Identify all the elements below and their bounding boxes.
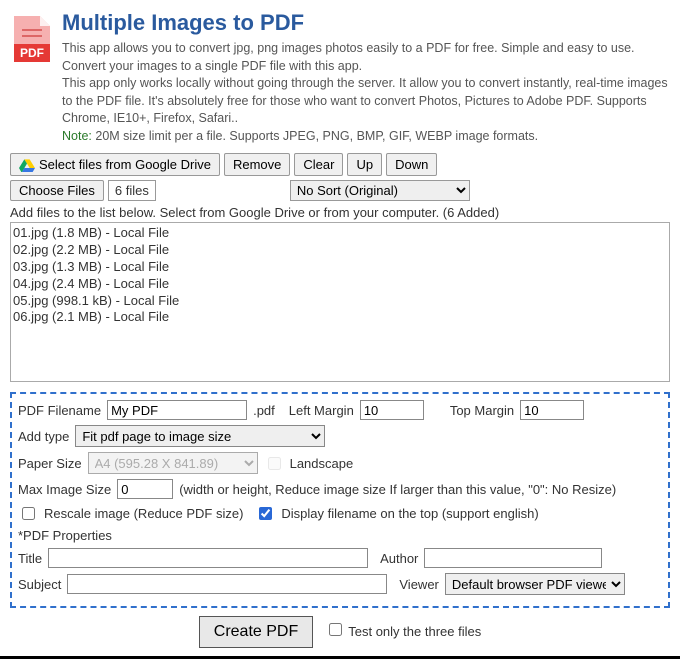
- filename-input[interactable]: [107, 400, 247, 420]
- test-checkbox[interactable]: [329, 623, 342, 636]
- settings-panel: PDF Filename .pdf Left Margin Top Margin…: [10, 392, 670, 608]
- gdrive-button[interactable]: Select files from Google Drive: [10, 153, 220, 176]
- page-title: Multiple Images to PDF: [62, 10, 670, 36]
- title-label: Title: [18, 551, 42, 566]
- addtype-select[interactable]: Fit pdf page to image size: [75, 425, 325, 447]
- test-text: Test only the three files: [348, 624, 481, 639]
- pdf-icon: PDF: [10, 14, 52, 64]
- subject-label: Subject: [18, 577, 61, 592]
- choose-files-button[interactable]: Choose Files: [10, 180, 104, 201]
- subject-input[interactable]: [67, 574, 387, 594]
- maximg-label: Max Image Size: [18, 482, 111, 497]
- displayfn-label: Display filename on the top (support eng…: [281, 506, 538, 521]
- file-count: 6 files: [108, 180, 156, 201]
- viewer-select[interactable]: Default browser PDF viewer: [445, 573, 625, 595]
- landscape-checkbox[interactable]: [268, 457, 281, 470]
- left-margin-label: Left Margin: [289, 403, 354, 418]
- left-margin-input[interactable]: [360, 400, 424, 420]
- pdfprops-label: *PDF Properties: [18, 528, 112, 543]
- rescale-checkbox[interactable]: [22, 507, 35, 520]
- top-margin-label: Top Margin: [450, 403, 514, 418]
- addtype-label: Add type: [18, 429, 69, 444]
- down-button[interactable]: Down: [386, 153, 437, 176]
- author-label: Author: [380, 551, 418, 566]
- list-item[interactable]: 02.jpg (2.2 MB) - Local File: [13, 242, 667, 259]
- title-input[interactable]: [48, 548, 368, 568]
- svg-text:PDF: PDF: [20, 46, 44, 60]
- header-text: Multiple Images to PDF This app allows y…: [62, 10, 670, 145]
- top-margin-input[interactable]: [520, 400, 584, 420]
- file-row: Choose Files 6 files No Sort (Original): [10, 180, 670, 201]
- displayfn-checkbox[interactable]: [259, 507, 272, 520]
- clear-button[interactable]: Clear: [294, 153, 343, 176]
- sort-select[interactable]: No Sort (Original): [290, 180, 470, 201]
- papersize-label: Paper Size: [18, 456, 82, 471]
- maximg-hint: (width or height, Reduce image size If l…: [179, 482, 616, 497]
- list-item[interactable]: 04.jpg (2.4 MB) - Local File: [13, 276, 667, 293]
- test-label: Test only the three files: [325, 624, 481, 639]
- filename-label: PDF Filename: [18, 403, 101, 418]
- note-label: Note:: [62, 129, 92, 143]
- up-button[interactable]: Up: [347, 153, 382, 176]
- ext-label: .pdf: [253, 403, 275, 418]
- remove-button[interactable]: Remove: [224, 153, 290, 176]
- add-hint: Add files to the list below. Select from…: [10, 205, 670, 220]
- file-list[interactable]: 01.jpg (1.8 MB) - Local File 02.jpg (2.2…: [10, 222, 670, 382]
- list-item[interactable]: 05.jpg (998.1 kB) - Local File: [13, 293, 667, 310]
- rescale-label: Rescale image (Reduce PDF size): [44, 506, 243, 521]
- desc-1: This app allows you to convert jpg, png …: [62, 41, 635, 73]
- list-item[interactable]: 06.jpg (2.1 MB) - Local File: [13, 309, 667, 326]
- author-input[interactable]: [424, 548, 602, 568]
- list-item[interactable]: 01.jpg (1.8 MB) - Local File: [13, 225, 667, 242]
- gdrive-label: Select files from Google Drive: [39, 157, 211, 172]
- create-row: Create PDF Test only the three files: [10, 616, 670, 648]
- toolbar: Select files from Google Drive Remove Cl…: [10, 153, 670, 176]
- create-pdf-button[interactable]: Create PDF: [199, 616, 313, 648]
- header: PDF Multiple Images to PDF This app allo…: [10, 10, 670, 145]
- desc-2: This app only works locally without goin…: [62, 76, 668, 125]
- list-item[interactable]: 03.jpg (1.3 MB) - Local File: [13, 259, 667, 276]
- landscape-label: Landscape: [290, 456, 354, 471]
- viewer-label: Viewer: [399, 577, 439, 592]
- maximg-input[interactable]: [117, 479, 173, 499]
- note-text: 20M size limit per a file. Supports JPEG…: [92, 129, 538, 143]
- bottom-bar: [0, 656, 680, 659]
- gdrive-icon: [19, 158, 35, 172]
- papersize-select[interactable]: A4 (595.28 X 841.89): [88, 452, 258, 474]
